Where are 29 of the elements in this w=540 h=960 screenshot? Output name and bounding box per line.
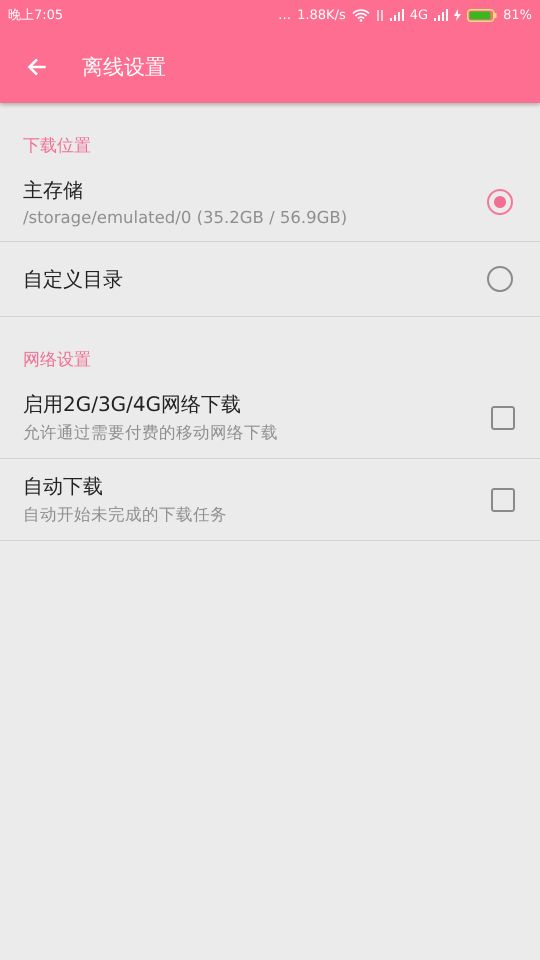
status-dots: … — [278, 8, 292, 22]
battery-icon — [467, 8, 498, 22]
settings-row[interactable]: 自动下载 自动开始未完成的下载任务 — [0, 459, 540, 541]
checkbox[interactable] — [491, 406, 515, 430]
setting-description: 允许通过需要付费的移动网络下载 — [23, 422, 278, 444]
setting-description: /storage/emulated/0 (35.2GB / 56.9GB) — [23, 208, 348, 227]
setting-title: 自定义目录 — [23, 266, 123, 292]
battery-percent: 81% — [503, 8, 532, 22]
wifi-icon — [352, 8, 370, 22]
checkbox[interactable] — [491, 488, 515, 512]
charging-icon — [454, 9, 462, 21]
network-type: 4G — [410, 8, 428, 22]
setting-title: 自动下载 — [23, 473, 103, 500]
radio-button[interactable] — [487, 189, 513, 215]
section-header: 下载位置 — [23, 134, 91, 156]
signal-icon — [434, 9, 448, 21]
setting-title: 主存储 — [23, 177, 83, 204]
data-arrows-icon — [376, 8, 384, 22]
setting-title: 启用2G/3G/4G网络下载 — [23, 391, 242, 418]
screen-title: 离线设置 — [82, 54, 166, 80]
signal-icon — [390, 9, 404, 21]
settings-row[interactable]: 启用2G/3G/4G网络下载 允许通过需要付费的移动网络下载 — [0, 377, 540, 459]
settings-row[interactable]: 自定义目录 — [0, 242, 540, 317]
section-header: 网络设置 — [23, 348, 91, 370]
setting-description: 自动开始未完成的下载任务 — [23, 504, 227, 526]
radio-button[interactable] — [487, 266, 513, 292]
status-time: 晚上7:05 — [8, 7, 64, 24]
network-speed: 1.88K/s — [297, 8, 346, 22]
settings-row[interactable]: 主存储 /storage/emulated/0 (35.2GB / 56.9GB) — [0, 163, 540, 242]
